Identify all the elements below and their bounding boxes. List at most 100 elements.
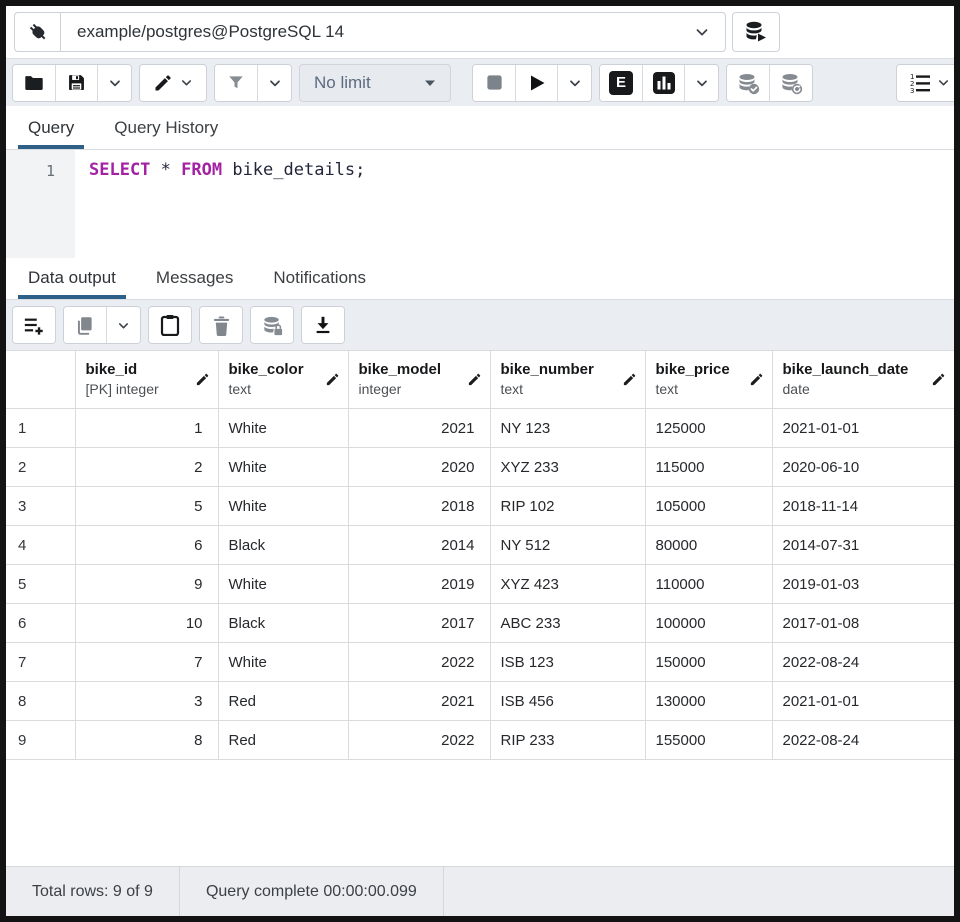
cell-bike_price[interactable]: 130000 (645, 682, 772, 721)
macros-button[interactable]: 1 2 3 (897, 65, 954, 101)
cell-bike_model[interactable]: 2018 (348, 487, 490, 526)
cell-bike_launch_date[interactable]: 2022-08-24 (772, 721, 954, 760)
cell-bike_id[interactable]: 8 (75, 721, 218, 760)
cell-bike_model[interactable]: 2020 (348, 448, 490, 487)
cell-bike_price[interactable]: 105000 (645, 487, 772, 526)
cell-bike_price[interactable]: 155000 (645, 721, 772, 760)
edit-column-icon[interactable] (749, 372, 764, 387)
cell-bike_launch_date[interactable]: 2021-01-01 (772, 682, 954, 721)
download-results-button[interactable] (302, 307, 344, 343)
column-header-bike_model[interactable]: bike_modelinteger (348, 351, 490, 409)
new-connection-button[interactable] (732, 12, 780, 52)
cell-bike_number[interactable]: ISB 456 (490, 682, 645, 721)
grid-corner-cell[interactable] (6, 351, 75, 409)
cell-bike_number[interactable]: ISB 123 (490, 643, 645, 682)
cell-bike_price[interactable]: 115000 (645, 448, 772, 487)
tab-data-output[interactable]: Data output (22, 268, 122, 299)
cell-bike_number[interactable]: NY 512 (490, 526, 645, 565)
cell-bike_model[interactable]: 2014 (348, 526, 490, 565)
edit-column-icon[interactable] (622, 372, 637, 387)
row-number-cell[interactable]: 7 (6, 643, 75, 682)
filter-options-dropdown-button[interactable] (257, 65, 291, 101)
column-header-bike_launch_date[interactable]: bike_launch_datedate (772, 351, 954, 409)
stop-query-button[interactable] (473, 65, 515, 101)
cell-bike_price[interactable]: 110000 (645, 565, 772, 604)
cell-bike_number[interactable]: ABC 233 (490, 604, 645, 643)
save-data-changes-button[interactable] (251, 307, 293, 343)
cell-bike_color[interactable]: Red (218, 721, 348, 760)
tab-query-history[interactable]: Query History (108, 118, 224, 149)
row-number-cell[interactable]: 5 (6, 565, 75, 604)
cell-bike_color[interactable]: White (218, 643, 348, 682)
explain-analyze-button[interactable] (642, 65, 684, 101)
edit-column-icon[interactable] (325, 372, 340, 387)
copy-button[interactable] (64, 307, 106, 343)
sql-code-line[interactable]: SELECT * FROM bike_details; (75, 150, 365, 258)
row-number-cell[interactable]: 2 (6, 448, 75, 487)
cell-bike_color[interactable]: White (218, 448, 348, 487)
edit-column-icon[interactable] (931, 372, 946, 387)
filter-button[interactable] (215, 65, 257, 101)
cell-bike_model[interactable]: 2022 (348, 643, 490, 682)
cell-bike_launch_date[interactable]: 2022-08-24 (772, 643, 954, 682)
row-number-cell[interactable]: 1 (6, 409, 75, 448)
cell-bike_model[interactable]: 2019 (348, 565, 490, 604)
delete-row-button[interactable] (200, 307, 242, 343)
open-file-button[interactable] (13, 65, 55, 101)
cell-bike_number[interactable]: RIP 233 (490, 721, 645, 760)
cell-bike_price[interactable]: 125000 (645, 409, 772, 448)
cell-bike_color[interactable]: Red (218, 682, 348, 721)
cell-bike_color[interactable]: Black (218, 604, 348, 643)
row-number-cell[interactable]: 6 (6, 604, 75, 643)
execute-query-button[interactable] (515, 65, 557, 101)
cell-bike_color[interactable]: White (218, 487, 348, 526)
save-options-dropdown-button[interactable] (97, 65, 131, 101)
cell-bike_launch_date[interactable]: 2020-06-10 (772, 448, 954, 487)
cell-bike_model[interactable]: 2021 (348, 682, 490, 721)
cell-bike_launch_date[interactable]: 2021-01-01 (772, 409, 954, 448)
cell-bike_id[interactable]: 5 (75, 487, 218, 526)
cell-bike_launch_date[interactable]: 2017-01-08 (772, 604, 954, 643)
cell-bike_color[interactable]: Black (218, 526, 348, 565)
cell-bike_model[interactable]: 2017 (348, 604, 490, 643)
cell-bike_price[interactable]: 100000 (645, 604, 772, 643)
row-number-cell[interactable]: 4 (6, 526, 75, 565)
row-limit-select[interactable]: No limit (299, 64, 451, 102)
cell-bike_id[interactable]: 2 (75, 448, 218, 487)
cell-bike_price[interactable]: 150000 (645, 643, 772, 682)
cell-bike_number[interactable]: NY 123 (490, 409, 645, 448)
sql-editor[interactable]: 1 SELECT * FROM bike_details; (6, 150, 954, 258)
tab-messages[interactable]: Messages (150, 268, 239, 299)
tab-query[interactable]: Query (22, 118, 80, 149)
cell-bike_id[interactable]: 1 (75, 409, 218, 448)
column-header-bike_color[interactable]: bike_colortext (218, 351, 348, 409)
edit-column-icon[interactable] (467, 372, 482, 387)
column-header-bike_price[interactable]: bike_pricetext (645, 351, 772, 409)
cell-bike_id[interactable]: 3 (75, 682, 218, 721)
explain-options-dropdown-button[interactable] (684, 65, 718, 101)
cell-bike_launch_date[interactable]: 2014-07-31 (772, 526, 954, 565)
connection-dropdown[interactable]: example/postgres@PostgreSQL 14 (60, 12, 726, 52)
cell-bike_id[interactable]: 7 (75, 643, 218, 682)
row-number-cell[interactable]: 9 (6, 721, 75, 760)
cell-bike_launch_date[interactable]: 2018-11-14 (772, 487, 954, 526)
cell-bike_model[interactable]: 2022 (348, 721, 490, 760)
commit-button[interactable] (727, 65, 769, 101)
copy-options-dropdown-button[interactable] (106, 307, 140, 343)
edit-query-button[interactable] (140, 65, 206, 101)
column-header-bike_number[interactable]: bike_numbertext (490, 351, 645, 409)
save-file-button[interactable] (55, 65, 97, 101)
column-header-bike_id[interactable]: bike_id[PK] integer (75, 351, 218, 409)
cell-bike_number[interactable]: XYZ 233 (490, 448, 645, 487)
cell-bike_color[interactable]: White (218, 409, 348, 448)
cell-bike_launch_date[interactable]: 2019-01-03 (772, 565, 954, 604)
execute-options-dropdown-button[interactable] (557, 65, 591, 101)
rollback-button[interactable] (769, 65, 812, 101)
row-number-cell[interactable]: 8 (6, 682, 75, 721)
tab-notifications[interactable]: Notifications (267, 268, 372, 299)
explain-button[interactable]: E (600, 65, 642, 101)
cell-bike_color[interactable]: White (218, 565, 348, 604)
edit-column-icon[interactable] (195, 372, 210, 387)
cell-bike_number[interactable]: RIP 102 (490, 487, 645, 526)
connection-status-button[interactable] (14, 12, 60, 52)
